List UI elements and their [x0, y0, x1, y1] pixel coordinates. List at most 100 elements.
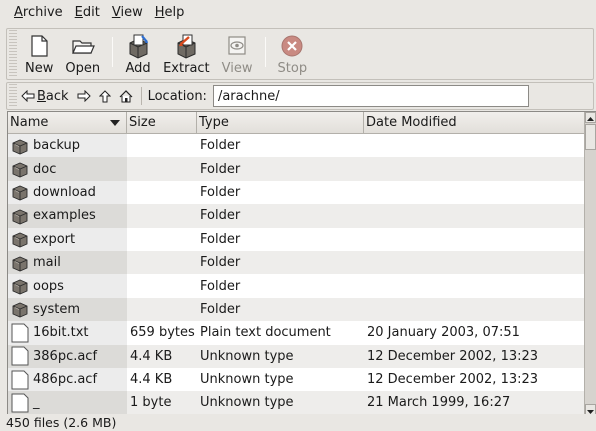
- home-icon: [119, 89, 133, 102]
- file-name: download: [33, 184, 96, 200]
- extract-button[interactable]: Extract: [157, 29, 216, 79]
- vertical-scrollbar[interactable]: [584, 112, 596, 414]
- file-date-cell: [364, 228, 586, 251]
- up-arrow-icon: [98, 89, 111, 102]
- home-button[interactable]: [119, 89, 133, 103]
- file-name: examples: [33, 208, 96, 224]
- file-size-cell: [127, 134, 197, 157]
- file-name: 386pc.acf: [33, 348, 98, 364]
- folder-icon: [10, 136, 33, 156]
- file-size-cell: 4.4 KB: [130, 372, 173, 388]
- location-input[interactable]: [212, 85, 529, 107]
- scroll-up-icon: [587, 117, 594, 121]
- file-size-cell: [127, 204, 197, 227]
- file-name: oops: [33, 278, 64, 294]
- file-name: backup: [33, 138, 80, 154]
- file-icon: [10, 393, 33, 413]
- file-type-cell: Plain text document: [200, 325, 331, 341]
- forward-button[interactable]: [77, 90, 91, 102]
- file-size-cell: [127, 228, 197, 251]
- scroll-thumb[interactable]: [585, 124, 596, 150]
- file-date-cell: 21 March 1999, 16:27: [367, 395, 511, 411]
- file-icon: [10, 323, 33, 343]
- file-row[interactable]: backup Folder: [8, 134, 586, 158]
- file-row[interactable]: 16bit.txt 659 bytes Plain text document 20 …: [8, 321, 586, 345]
- file-date-cell: 12 December 2002, 13:23: [367, 372, 539, 388]
- location-bar-grip[interactable]: [9, 84, 17, 108]
- menu-view[interactable]: View: [106, 0, 149, 26]
- file-icon: [10, 346, 33, 366]
- file-name-cell: examples: [8, 204, 127, 228]
- open-folder-icon: [71, 40, 95, 54]
- toolbar-separator: [112, 37, 114, 67]
- file-row[interactable]: _ 1 byte Unknown type 21 March 1999, 16:27: [8, 391, 586, 414]
- file-name-cell: download: [8, 180, 127, 205]
- file-name: system: [33, 301, 80, 317]
- location-bar: Back Location:: [6, 82, 594, 110]
- file-row[interactable]: 386pc.acf 4.4 KB Unknown type 12 December 2…: [8, 344, 586, 368]
- add-to-archive-icon: [129, 34, 149, 59]
- file-date-cell: [364, 274, 586, 297]
- file-size-cell: [127, 181, 197, 204]
- file-date-cell: [364, 298, 586, 321]
- file-name-cell: 486pc.acf: [8, 367, 127, 392]
- open-button[interactable]: Open: [59, 29, 106, 79]
- file-size-cell: [127, 157, 197, 180]
- folder-icon: [10, 253, 33, 273]
- file-date-cell: [364, 251, 586, 274]
- file-row[interactable]: download Folder: [8, 180, 586, 205]
- file-row[interactable]: doc Folder: [8, 157, 586, 181]
- file-row[interactable]: mail Folder: [8, 250, 586, 275]
- file-name-cell: doc: [8, 157, 127, 181]
- add-button[interactable]: Add: [119, 29, 157, 79]
- file-row[interactable]: system Folder: [8, 297, 586, 322]
- toolbar-grip[interactable]: [9, 30, 17, 78]
- file-size-cell: [127, 274, 197, 297]
- back-arrow-icon: [21, 90, 35, 102]
- forward-arrow-icon: [77, 90, 91, 102]
- file-name: 16bit.txt: [33, 325, 89, 341]
- menu-edit[interactable]: Edit: [69, 0, 106, 26]
- column-header-date[interactable]: Date Modified: [364, 112, 586, 134]
- file-type-cell: Folder: [200, 255, 241, 271]
- file-name: export: [33, 231, 76, 247]
- file-size-cell: [127, 251, 197, 274]
- menu-help[interactable]: Help: [149, 0, 191, 26]
- file-name-cell: _: [8, 391, 127, 414]
- new-button[interactable]: New: [19, 29, 59, 79]
- column-header-size[interactable]: Size: [127, 112, 197, 134]
- file-size-cell: 4.4 KB: [130, 348, 173, 364]
- file-date-cell: [364, 134, 586, 157]
- scroll-up-button[interactable]: [585, 112, 596, 123]
- column-header-type[interactable]: Type: [197, 112, 364, 134]
- file-type-cell: Folder: [200, 208, 241, 224]
- file-name-cell: oops: [8, 274, 127, 298]
- menubar: Archive Edit View Help: [0, 0, 596, 26]
- file-row[interactable]: examples Folder: [8, 204, 586, 228]
- file-type-cell: Folder: [200, 301, 241, 317]
- column-header-name[interactable]: Name: [8, 112, 127, 134]
- file-date-cell: 12 December 2002, 13:23: [367, 348, 539, 364]
- toolbar-separator: [264, 37, 266, 67]
- stop-button[interactable]: Stop: [272, 29, 314, 79]
- up-button[interactable]: [98, 89, 111, 103]
- view-button[interactable]: View: [216, 29, 259, 79]
- file-type-cell: Folder: [200, 161, 241, 177]
- file-name: 486pc.acf: [33, 372, 98, 388]
- file-type-cell: Folder: [200, 231, 241, 247]
- file-row[interactable]: oops Folder: [8, 274, 586, 298]
- file-name-cell: mail: [8, 250, 127, 275]
- extract-from-archive-icon: [177, 34, 196, 59]
- file-name-cell: backup: [8, 134, 127, 158]
- scroll-down-button[interactable]: [585, 404, 596, 414]
- file-name-cell: 16bit.txt: [8, 321, 127, 345]
- file-size-cell: [127, 298, 197, 321]
- file-date-cell: 20 January 2003, 07:51: [367, 325, 520, 341]
- back-button[interactable]: Back: [21, 89, 69, 104]
- folder-icon: [10, 229, 33, 249]
- location-label: Location:: [147, 88, 207, 104]
- file-row[interactable]: 486pc.acf 4.4 KB Unknown type 12 December 2…: [8, 367, 586, 392]
- view-file-icon: [228, 36, 246, 55]
- file-row[interactable]: export Folder: [8, 227, 586, 251]
- menu-archive[interactable]: Archive: [8, 0, 69, 26]
